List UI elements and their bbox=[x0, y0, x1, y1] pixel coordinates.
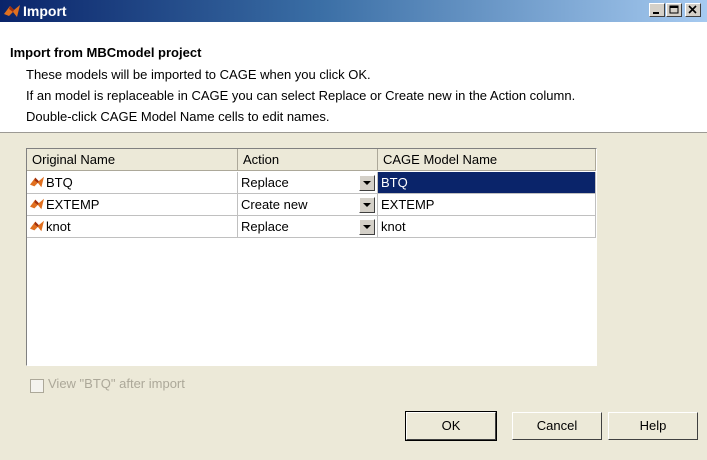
cancel-button[interactable]: Cancel bbox=[512, 412, 602, 440]
ok-button[interactable]: OK bbox=[405, 411, 497, 441]
header-panel: Import from MBCmodel project These model… bbox=[0, 22, 707, 133]
column-header-action[interactable]: Action bbox=[238, 149, 378, 171]
original-name-text: EXTEMP bbox=[46, 197, 100, 212]
info-line-2: If an model is replaceable in CAGE you c… bbox=[26, 88, 576, 103]
info-line-1: These models will be imported to CAGE wh… bbox=[26, 67, 371, 82]
cage-model-name-cell[interactable]: knot bbox=[378, 216, 596, 238]
table-row[interactable]: EXTEMP Create new EXTEMP bbox=[27, 194, 596, 216]
minimize-button[interactable] bbox=[649, 3, 665, 17]
action-dropdown[interactable]: Replace bbox=[238, 172, 378, 194]
original-name-text: knot bbox=[46, 219, 71, 234]
action-value: Replace bbox=[241, 219, 289, 234]
action-dropdown[interactable]: Create new bbox=[238, 194, 378, 216]
cage-model-name-cell[interactable]: EXTEMP bbox=[378, 194, 596, 216]
chevron-down-icon bbox=[363, 181, 371, 185]
view-after-import-label: View "BTQ" after import bbox=[48, 376, 185, 391]
table-header: Original Name Action CAGE Model Name bbox=[27, 149, 596, 171]
table-row[interactable]: knot Replace knot bbox=[27, 216, 596, 238]
matlab-logo-icon bbox=[30, 220, 44, 232]
matlab-logo-icon bbox=[30, 198, 44, 210]
models-table[interactable]: Original Name Action CAGE Model Name BTQ… bbox=[26, 148, 597, 366]
action-value: Create new bbox=[241, 197, 308, 212]
dropdown-button[interactable] bbox=[359, 175, 375, 191]
matlab-logo-icon bbox=[30, 176, 44, 188]
original-name-text: BTQ bbox=[46, 175, 73, 190]
cage-model-name-cell[interactable]: BTQ bbox=[378, 172, 596, 194]
window-title: Import bbox=[23, 3, 67, 19]
matlab-logo-icon bbox=[4, 5, 20, 17]
maximize-icon bbox=[669, 5, 679, 14]
maximize-button[interactable] bbox=[666, 3, 682, 17]
column-header-original-name[interactable]: Original Name bbox=[27, 149, 238, 171]
close-button[interactable] bbox=[685, 3, 701, 17]
action-value: Replace bbox=[241, 175, 289, 190]
help-button[interactable]: Help bbox=[608, 412, 698, 440]
title-bar[interactable]: Import bbox=[0, 0, 707, 22]
info-line-3: Double-click CAGE Model Name cells to ed… bbox=[26, 109, 330, 124]
dialog-heading: Import from MBCmodel project bbox=[10, 45, 202, 60]
view-after-import-checkbox[interactable] bbox=[30, 379, 44, 393]
original-name-cell[interactable]: EXTEMP bbox=[27, 194, 238, 216]
column-header-cage-model-name[interactable]: CAGE Model Name bbox=[378, 149, 596, 171]
chevron-down-icon bbox=[363, 203, 371, 207]
original-name-cell[interactable]: knot bbox=[27, 216, 238, 238]
table-row[interactable]: BTQ Replace BTQ bbox=[27, 172, 596, 194]
close-icon bbox=[688, 5, 697, 14]
original-name-cell[interactable]: BTQ bbox=[27, 172, 238, 194]
minimize-icon bbox=[653, 12, 659, 14]
chevron-down-icon bbox=[363, 225, 371, 229]
dropdown-button[interactable] bbox=[359, 197, 375, 213]
dropdown-button[interactable] bbox=[359, 219, 375, 235]
action-dropdown[interactable]: Replace bbox=[238, 216, 378, 238]
